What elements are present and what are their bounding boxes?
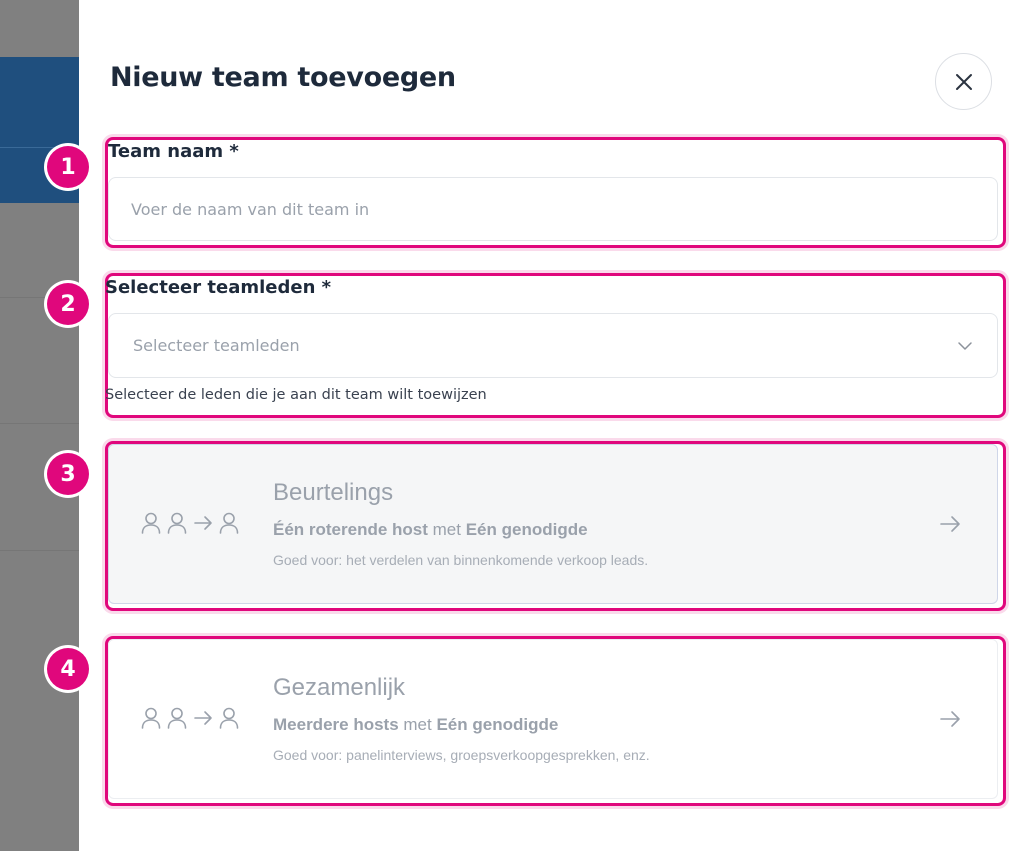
backdrop-divider xyxy=(0,550,79,551)
close-button[interactable] xyxy=(935,53,992,110)
members-select-placeholder: Selecteer teamleden xyxy=(133,336,300,355)
card-subtitle: Één roterende host met Eén genodigde xyxy=(273,520,588,540)
card-subtitle-bold: Één roterende host xyxy=(273,520,428,539)
option-card-round-robin[interactable]: Beurtelings Één roterende host met Eén g… xyxy=(108,444,998,604)
arrow-right-icon xyxy=(194,516,212,530)
team-name-label: Team naam * xyxy=(108,141,239,162)
card-icon-group xyxy=(141,707,239,729)
card-subtitle-bold: Eén genodigde xyxy=(436,715,559,734)
members-label: Selecteer teamleden * xyxy=(105,277,332,298)
user-icon xyxy=(167,512,187,534)
step-badge-4: 4 xyxy=(47,648,89,690)
arrow-right-icon xyxy=(940,516,960,532)
step-badge-2: 2 xyxy=(47,283,89,325)
card-title: Beurtelings xyxy=(273,479,394,506)
card-subtitle-mid: met xyxy=(427,520,466,539)
members-select[interactable]: Selecteer teamleden xyxy=(108,313,998,378)
drawer-title: Nieuw team toevoegen xyxy=(110,62,456,93)
add-team-drawer: Nieuw team toevoegen Team naam * Selecte… xyxy=(79,0,1024,851)
card-subtitle-mid: met xyxy=(398,715,437,734)
card-subtitle-bold: Meerdere hosts xyxy=(273,715,399,734)
card-description: Goed voor: panelinterviews, groepsverkoo… xyxy=(273,747,650,763)
backdrop-overlay[interactable] xyxy=(0,0,79,851)
option-card-collective[interactable]: Gezamenlijk Meerdere hosts met Eén genod… xyxy=(108,639,998,799)
user-icon xyxy=(219,707,239,729)
card-title: Gezamenlijk xyxy=(273,674,406,701)
card-description: Goed voor: het verdelen van binnenkomend… xyxy=(273,552,649,568)
user-icon xyxy=(141,512,161,534)
step-badge-3: 3 xyxy=(47,453,89,495)
user-icon xyxy=(219,512,239,534)
user-icon xyxy=(167,707,187,729)
members-helper-text: Selecteer de leden die je aan dit team w… xyxy=(105,387,487,403)
user-icon xyxy=(141,707,161,729)
arrow-right-icon xyxy=(194,711,212,725)
card-subtitle-bold: Eén genodigde xyxy=(465,520,588,539)
chevron-down-icon xyxy=(958,341,972,350)
team-name-input[interactable] xyxy=(108,177,998,241)
backdrop-divider xyxy=(0,423,79,424)
step-badge-1: 1 xyxy=(47,146,89,188)
close-icon xyxy=(955,73,972,90)
arrow-right-icon xyxy=(940,711,960,727)
card-subtitle: Meerdere hosts met Eén genodigde xyxy=(273,715,558,735)
card-icon-group xyxy=(141,512,239,534)
